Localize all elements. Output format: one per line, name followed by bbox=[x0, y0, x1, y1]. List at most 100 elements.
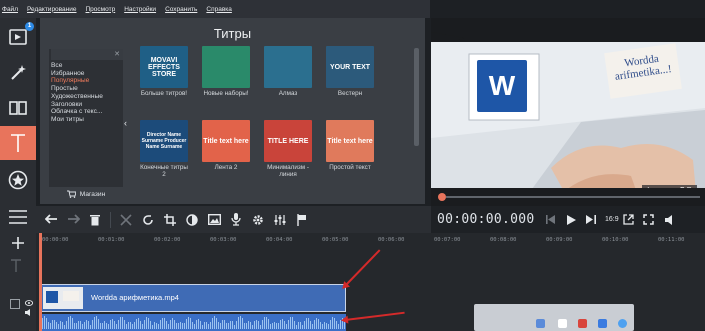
store-button[interactable]: Магазин bbox=[49, 187, 123, 201]
external-window-icon bbox=[623, 214, 634, 225]
menu-item[interactable]: Просмотр bbox=[86, 6, 116, 13]
titles-tool[interactable] bbox=[0, 126, 36, 160]
clear-search-icon[interactable]: ✕ bbox=[114, 49, 120, 60]
category-item[interactable]: Художественные bbox=[51, 93, 123, 101]
category-item[interactable]: Все bbox=[51, 62, 123, 70]
waveform-bar bbox=[234, 324, 235, 329]
crop-button[interactable] bbox=[163, 213, 177, 227]
waveform-bar bbox=[104, 321, 105, 329]
audio-button[interactable] bbox=[229, 213, 243, 227]
volume-button[interactable] bbox=[659, 210, 679, 230]
waveform-bar bbox=[88, 321, 89, 329]
menu-bar: Файл Редактирование Просмотр Настройки Сохра… bbox=[0, 0, 430, 18]
preview-scrubber[interactable] bbox=[431, 188, 705, 206]
category-item[interactable]: Популярные bbox=[51, 77, 123, 85]
scrubber-handle[interactable] bbox=[438, 193, 446, 201]
bluetooth-icon[interactable] bbox=[618, 319, 627, 328]
next-frame-button[interactable] bbox=[581, 210, 601, 230]
tile-thumbnail: YOUR TEXT bbox=[326, 46, 374, 88]
category-item[interactable]: Облачка с текс... bbox=[51, 108, 123, 116]
menu-item[interactable]: Редактирование bbox=[27, 6, 77, 13]
waveform-bar bbox=[106, 322, 107, 329]
waveform-bar bbox=[308, 318, 309, 329]
visibility-icon[interactable] bbox=[25, 300, 33, 306]
waveform-bar bbox=[60, 321, 61, 329]
menu-item[interactable]: Справка bbox=[206, 6, 232, 13]
waveform-bar bbox=[68, 317, 69, 329]
menu-item[interactable]: Файл bbox=[2, 6, 18, 13]
waveform-bar bbox=[96, 316, 97, 329]
stickers-tool[interactable] bbox=[0, 163, 36, 197]
more-tools[interactable] bbox=[0, 200, 36, 234]
titles-panel: Титры ✕ Все Избранное Популярные Простые Худ… bbox=[40, 18, 425, 204]
tile-caption: Новые наборы! bbox=[203, 90, 249, 97]
color-adjust-button[interactable] bbox=[185, 213, 199, 227]
waveform-bar bbox=[300, 322, 301, 329]
category-item[interactable]: Простые bbox=[51, 85, 123, 93]
category-search-input[interactable] bbox=[51, 49, 123, 60]
marker-button[interactable] bbox=[295, 213, 309, 227]
fullscreen-button[interactable] bbox=[639, 210, 659, 230]
category-item[interactable]: Избранное bbox=[51, 70, 123, 78]
import-tool[interactable]: 1 bbox=[0, 20, 36, 54]
ruler-tick-label: 00:04:00 bbox=[266, 237, 293, 243]
filters-tool[interactable] bbox=[0, 56, 36, 90]
undo-button[interactable] bbox=[44, 213, 58, 227]
timeline-ruler[interactable]: 00:00:00 00:01:00 00:02:00 00:03:00 00:04:00… bbox=[36, 235, 705, 247]
window-icon[interactable] bbox=[598, 319, 607, 328]
audio-waveform[interactable] bbox=[40, 314, 346, 331]
detach-preview-button[interactable] bbox=[619, 210, 639, 230]
audio-icon bbox=[231, 213, 241, 226]
title-template-tile[interactable]: Алмаз bbox=[264, 46, 312, 97]
waveform-bar bbox=[286, 324, 287, 329]
waveform-bar bbox=[294, 320, 295, 329]
mute-icon[interactable] bbox=[25, 309, 33, 316]
title-template-tile[interactable]: YOUR TEXT Вестерн bbox=[326, 46, 374, 97]
play-button[interactable] bbox=[561, 210, 581, 230]
delete-button[interactable] bbox=[88, 213, 102, 227]
category-item[interactable]: Заголовки bbox=[51, 101, 123, 109]
image-button[interactable] bbox=[207, 213, 221, 227]
rotate-button[interactable] bbox=[141, 213, 155, 227]
waveform-bar bbox=[270, 323, 271, 329]
settings-button[interactable] bbox=[251, 213, 265, 227]
title-template-tile[interactable]: Новые наборы! bbox=[202, 46, 250, 97]
pdf-icon[interactable] bbox=[578, 319, 587, 328]
menu-item[interactable]: Сохранить bbox=[165, 6, 197, 13]
redo-button[interactable] bbox=[66, 213, 80, 227]
collapse-arrow-icon[interactable]: ‹ bbox=[124, 118, 127, 128]
waveform-bar bbox=[162, 317, 163, 329]
transitions-tool[interactable] bbox=[0, 91, 36, 125]
playhead[interactable] bbox=[39, 233, 42, 331]
title-template-tile[interactable]: Title text here Лента 2 bbox=[202, 120, 250, 171]
title-template-tile[interactable]: TITLE HERE Минимализм - линия bbox=[264, 120, 312, 178]
waveform-bar bbox=[136, 318, 137, 329]
menu-item[interactable]: Настройки bbox=[124, 6, 156, 13]
video-clip[interactable]: Wordda арифметика.mp4 bbox=[40, 284, 346, 312]
notification-popup[interactable] bbox=[474, 304, 634, 331]
waveform-bar bbox=[314, 319, 315, 329]
scrubber-track[interactable] bbox=[446, 196, 700, 198]
notification-badge: 1 bbox=[25, 22, 34, 31]
ruler-tick-label: 00:08:00 bbox=[490, 237, 517, 243]
waveform-bar bbox=[250, 321, 251, 329]
title-template-tile[interactable]: Director Name Surname Producer Name Surn… bbox=[140, 120, 188, 178]
add-track-icon[interactable] bbox=[12, 237, 24, 249]
waveform-bar bbox=[174, 319, 175, 329]
browser-icon[interactable] bbox=[536, 319, 545, 328]
aspect-ratio-button[interactable]: 16:9 bbox=[605, 216, 619, 223]
gallery-scrollbar[interactable] bbox=[414, 48, 419, 146]
waveform-bar bbox=[214, 316, 215, 329]
title-template-tile[interactable]: Title text here Простой текст bbox=[326, 120, 374, 171]
waveform-bar bbox=[304, 321, 305, 329]
title-template-tile[interactable]: MOVAVI EFFECTS STORE Больше титров! bbox=[140, 46, 188, 97]
app-icon[interactable] bbox=[558, 319, 567, 328]
category-item[interactable]: Мои титры bbox=[51, 116, 123, 124]
color-adjust-icon bbox=[186, 213, 198, 226]
cut-button[interactable] bbox=[119, 213, 133, 227]
edit-toolbar bbox=[36, 206, 431, 233]
waveform-bar bbox=[50, 323, 51, 329]
equalizer-button[interactable] bbox=[273, 213, 287, 227]
waveform-bar bbox=[78, 320, 79, 329]
prev-frame-button[interactable] bbox=[541, 210, 561, 230]
